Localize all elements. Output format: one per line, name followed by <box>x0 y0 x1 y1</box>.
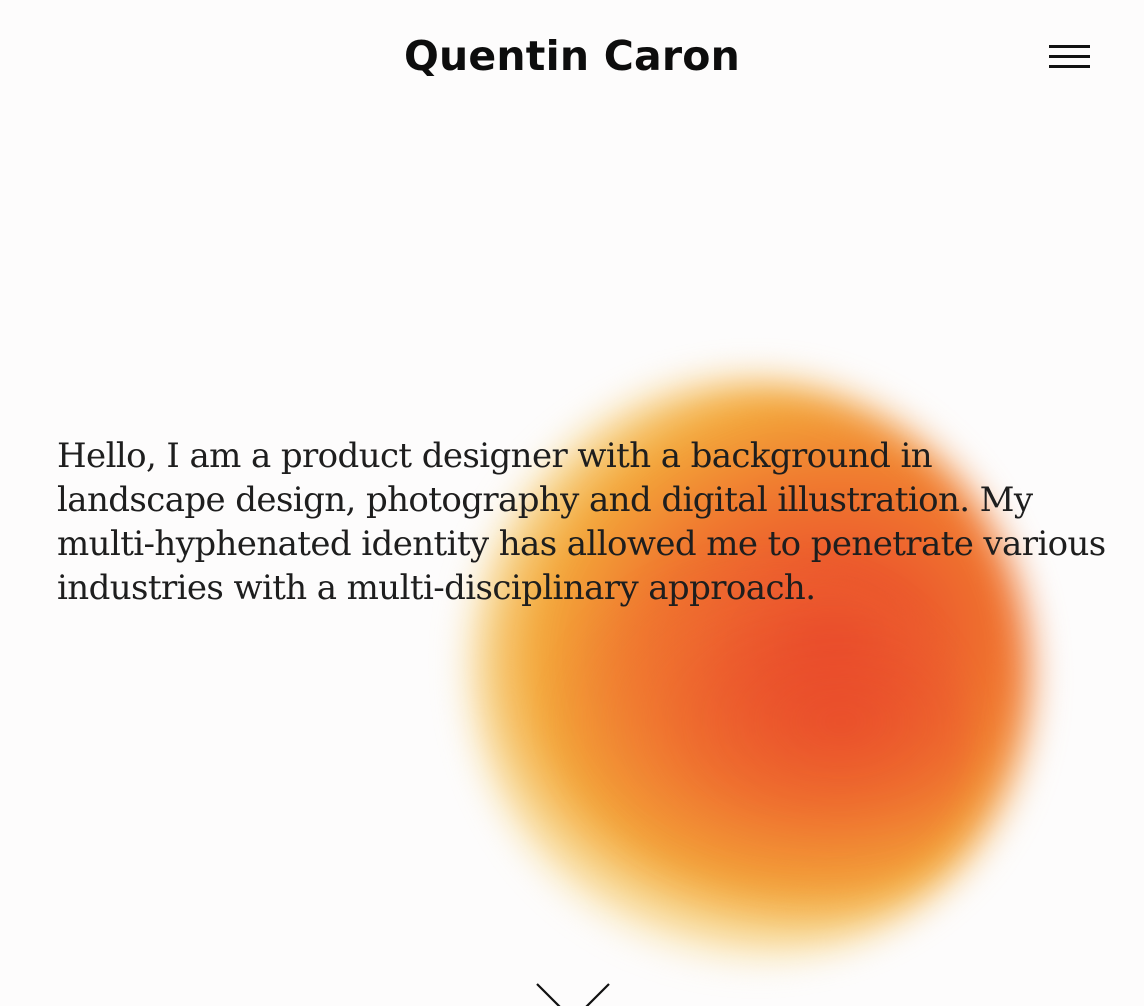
gradient-orb-core <box>540 560 970 920</box>
menu-bar <box>1049 55 1090 58</box>
chevron-down-icon[interactable] <box>535 982 611 1006</box>
page: Quentin Caron Hello, I am a product desi… <box>0 0 1144 1006</box>
menu-bar <box>1049 65 1090 68</box>
hamburger-menu-icon[interactable] <box>1046 42 1092 72</box>
site-header: Quentin Caron <box>0 0 1144 120</box>
menu-bar <box>1049 45 1090 48</box>
chevron-down-svg <box>536 983 610 1006</box>
intro-text: Hello, I am a product designer with a ba… <box>57 436 1106 608</box>
site-title[interactable]: Quentin Caron <box>0 32 1144 80</box>
